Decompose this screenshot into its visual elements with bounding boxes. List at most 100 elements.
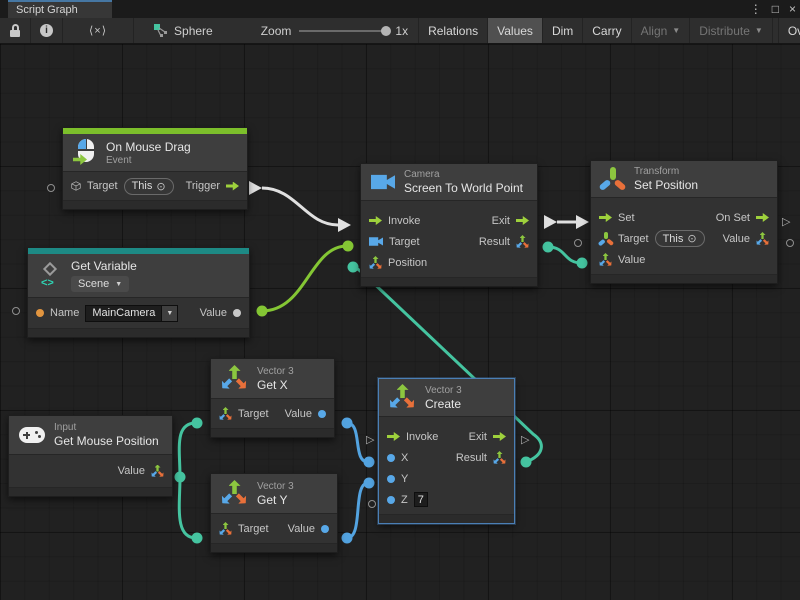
transform-icon [601, 167, 625, 191]
unconnected-port-indicator[interactable] [368, 500, 376, 508]
code-icon: ⟨×⟩ [89, 24, 107, 37]
value-output-port[interactable] [233, 309, 241, 317]
node-on-mouse-drag[interactable]: On Mouse Drag Event Target This ⊙ Trigge… [62, 127, 248, 210]
node-vector3-get-y[interactable]: Vector 3 Get Y Target Value [210, 473, 338, 553]
y-input-port[interactable] [387, 475, 395, 483]
vector3-icon [389, 384, 416, 411]
vector3-port-icon[interactable] [516, 235, 529, 248]
node-footer [591, 274, 777, 283]
node-footer [211, 428, 334, 437]
unconnected-port-indicator[interactable] [574, 239, 582, 247]
vector3-port-icon[interactable] [219, 522, 232, 535]
distribute-button[interactable]: Distribute▼ [690, 18, 773, 43]
unconnected-flow-indicator[interactable]: ▷ [782, 216, 790, 227]
carry-button[interactable]: Carry [583, 18, 631, 43]
scope-value: Scene [78, 278, 109, 290]
node-set-position[interactable]: Transform Set Position Set On Set Target… [590, 160, 778, 284]
gamepad-icon [19, 427, 45, 443]
port-label-position: Position [388, 257, 427, 269]
target-this-field[interactable]: This ⊙ [124, 178, 174, 195]
chevron-down-icon: ▼ [755, 26, 763, 35]
vector3-port-icon[interactable] [369, 256, 382, 269]
node-title: Get Variable [71, 259, 137, 273]
node-footer [63, 200, 247, 209]
vector3-port-icon[interactable] [151, 465, 164, 478]
object-picker-icon[interactable]: ⊙ [687, 232, 696, 245]
node-category: Vector 3 [425, 385, 462, 396]
zoom-slider-handle[interactable] [381, 26, 391, 36]
unconnected-port-indicator[interactable] [786, 239, 794, 247]
window-close-icon[interactable]: × [789, 3, 796, 15]
x-input-port[interactable] [387, 454, 395, 462]
node-screen-to-world-point[interactable]: Camera Screen To World Point Invoke Exit… [360, 163, 538, 287]
value-output-port[interactable] [321, 525, 329, 533]
port-label-z: Z [401, 494, 408, 506]
port-label-target: Target [618, 233, 649, 245]
exit-output-port[interactable] [493, 432, 506, 441]
node-vector3-get-x[interactable]: Vector 3 Get X Target Value [210, 358, 335, 438]
unconnected-port-indicator[interactable] [12, 307, 20, 315]
variable-name-field[interactable]: MainCamera [85, 305, 162, 322]
invoke-input-port[interactable] [387, 432, 400, 441]
window-maximize-icon[interactable]: □ [772, 3, 779, 15]
vector3-port-icon[interactable] [219, 407, 232, 420]
node-category: Transform [634, 166, 698, 177]
chevron-down-icon: ▼ [115, 281, 122, 288]
variable-name-dropdown[interactable]: ▼ [162, 305, 178, 322]
invoke-input-port[interactable] [369, 216, 382, 225]
align-button[interactable]: Align▼ [632, 18, 691, 43]
object-picker-icon[interactable]: ⊙ [156, 180, 165, 193]
window-menu-icon[interactable]: ⋮ [750, 3, 762, 15]
node-subtitle: Event [106, 155, 191, 166]
relations-button[interactable]: Relations [418, 18, 488, 43]
this-value: This [132, 180, 153, 192]
port-label-name: Name [50, 307, 79, 319]
node-get-mouse-position[interactable]: Input Get Mouse Position Value [8, 415, 173, 497]
info-button[interactable]: i [31, 18, 63, 43]
node-title: Get X [257, 378, 294, 392]
port-label-value: Value [288, 523, 315, 535]
zoom-control: Zoom 1x [251, 18, 418, 43]
node-title: Screen To World Point [404, 181, 523, 195]
graph-toolbar: i ⟨×⟩ Sphere Zoom 1x Relations Values Di… [0, 18, 800, 44]
unconnected-flow-indicator[interactable]: ▷ [366, 434, 374, 445]
vector3-port-icon[interactable] [599, 253, 612, 266]
unconnected-flow-indicator[interactable]: ▷ [521, 434, 529, 445]
overview-button[interactable]: Overview [778, 18, 800, 43]
port-label-on-set: On Set [716, 212, 750, 224]
z-input-port[interactable] [387, 496, 395, 504]
vector3-port-icon[interactable] [493, 451, 506, 464]
zoom-value: 1x [395, 24, 408, 38]
lock-button[interactable] [0, 18, 31, 43]
port-label-invoke: Invoke [388, 215, 420, 227]
z-value-field[interactable]: 7 [414, 492, 428, 507]
camera-port-icon[interactable] [369, 237, 383, 247]
zoom-slider[interactable] [299, 30, 387, 32]
target-this-field[interactable]: This ⊙ [655, 230, 705, 247]
exit-output-port[interactable] [516, 216, 529, 225]
values-button[interactable]: Values [488, 18, 543, 43]
tab-script-graph[interactable]: Script Graph [8, 0, 112, 18]
set-input-port[interactable] [599, 213, 612, 222]
port-label-target: Target [238, 523, 269, 535]
node-category: Vector 3 [257, 481, 294, 492]
node-vector3-create[interactable]: Vector 3 Create Invoke Exit X Result [378, 378, 515, 524]
node-title: Get Y [257, 493, 294, 507]
value-output-port[interactable] [318, 410, 326, 418]
node-get-variable[interactable]: <> Get Variable Scene ▼ Name MainCamera … [27, 247, 250, 338]
transform-port-icon[interactable] [599, 232, 612, 245]
port-label-exit: Exit [492, 215, 510, 227]
vector3-port-icon[interactable] [756, 232, 769, 245]
name-input-port[interactable] [36, 309, 44, 317]
port-label-invoke: Invoke [406, 431, 438, 443]
unconnected-port-indicator[interactable] [47, 184, 55, 192]
trigger-output-port[interactable] [226, 182, 239, 191]
node-footer [361, 277, 537, 286]
variable-scope-dropdown[interactable]: Scene ▼ [71, 276, 129, 292]
graph-canvas[interactable]: On Mouse Drag Event Target This ⊙ Trigge… [0, 44, 800, 600]
port-label-target: Target [238, 408, 269, 420]
on-set-output-port[interactable] [756, 213, 769, 222]
dim-button[interactable]: Dim [543, 18, 583, 43]
graph-breadcrumb[interactable]: Sphere [144, 18, 223, 43]
code-preview-button[interactable]: ⟨×⟩ [63, 18, 134, 43]
